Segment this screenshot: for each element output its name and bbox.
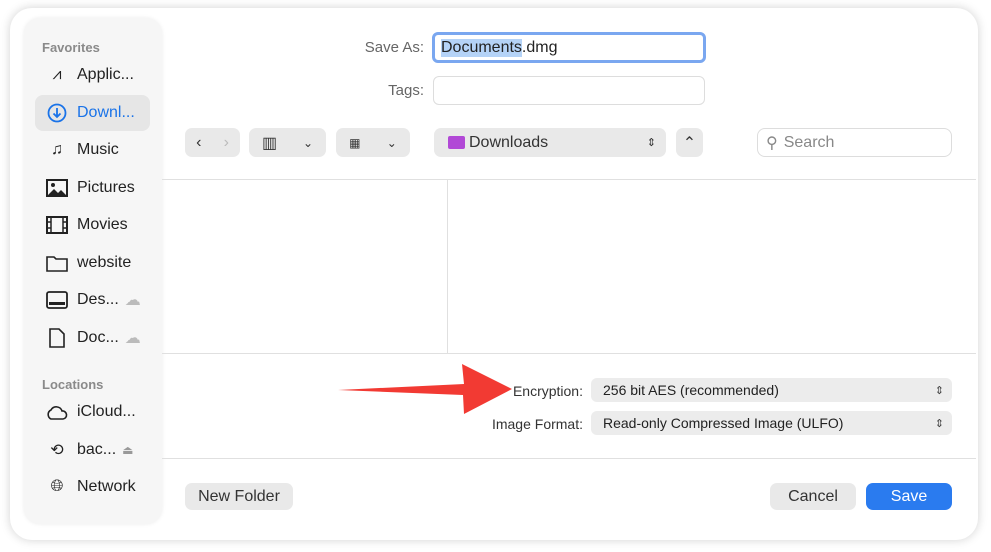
column-view-button[interactable]: ▥ ⌄ xyxy=(249,128,326,157)
chevron-up-icon: ⌃ xyxy=(682,134,697,152)
image-format-value: Read-only Compressed Image (ULFO) xyxy=(603,415,844,431)
cancel-button[interactable]: Cancel xyxy=(770,483,856,510)
label: Pictures xyxy=(77,179,135,196)
download-icon xyxy=(45,103,69,123)
forward-button[interactable]: › xyxy=(224,134,229,152)
folder-icon xyxy=(45,254,69,272)
label: Music xyxy=(77,141,119,158)
favorites-heading: Favorites xyxy=(42,40,100,55)
sidebar-item-backup[interactable]: ⟲ bac... ⏏ xyxy=(35,432,150,468)
updown-chevron-icon: ⇕ xyxy=(934,384,944,397)
label: iCloud... xyxy=(77,403,136,420)
film-icon xyxy=(45,216,69,234)
eject-icon[interactable]: ⏏ xyxy=(122,443,133,457)
cloud-icon xyxy=(45,404,69,420)
expand-collapse-button[interactable]: ⌃ xyxy=(676,128,703,157)
divider xyxy=(162,458,976,459)
group-button[interactable]: ▦ ⌄ xyxy=(336,128,410,157)
desktop-icon xyxy=(45,291,69,309)
updown-chevron-icon: ⇕ xyxy=(646,137,656,149)
label: Doc... xyxy=(77,329,119,346)
sidebar: Favorites ⩘ Applic... Downl... ♫ Music Pic… xyxy=(24,18,162,524)
search-icon: ⚲ xyxy=(766,134,778,152)
back-button[interactable]: ‹ xyxy=(196,134,201,152)
location-popup[interactable]: Downloads ⇕ xyxy=(434,128,666,157)
sidebar-item-documents[interactable]: Doc... ☁ xyxy=(35,320,150,356)
divider xyxy=(162,353,976,354)
icloud-icon: ☁ xyxy=(124,330,141,347)
sidebar-item-pictures[interactable]: Pictures xyxy=(35,170,150,206)
folder-icon xyxy=(448,136,465,149)
location-label: Downloads xyxy=(469,133,549,151)
columns-icon: ▥ xyxy=(261,134,278,152)
sidebar-item-downloads[interactable]: Downl... xyxy=(35,95,150,131)
image-format-popup[interactable]: Read-only Compressed Image (ULFO) ⇕ xyxy=(591,411,952,435)
save-as-input[interactable]: Documents .dmg xyxy=(432,32,706,63)
selected-text: Documents xyxy=(441,38,522,57)
sidebar-item-network[interactable]: 🌐︎ Network xyxy=(35,469,150,505)
music-icon: ♫ xyxy=(51,141,63,158)
image-format-label: Image Format: xyxy=(491,416,583,432)
column-divider xyxy=(447,179,448,353)
sidebar-item-desktop[interactable]: Des... ☁ xyxy=(35,282,150,318)
grid-icon: ▦ xyxy=(349,135,361,150)
sidebar-item-movies[interactable]: Movies xyxy=(35,207,150,243)
globe-icon: 🌐︎ xyxy=(50,478,64,495)
label: Applic... xyxy=(77,66,134,83)
sidebar-item-music[interactable]: ♫ Music xyxy=(35,132,150,168)
save-as-label: Save As: xyxy=(364,39,424,56)
encryption-label: Encryption: xyxy=(512,383,583,399)
new-folder-button[interactable]: New Folder xyxy=(185,483,293,510)
picture-icon xyxy=(45,179,69,197)
nav-buttons: ‹ › xyxy=(185,128,240,157)
updown-chevron-icon: ⇕ xyxy=(934,417,944,430)
browser-column[interactable] xyxy=(162,180,447,353)
label: Movies xyxy=(77,216,128,233)
label: bac... xyxy=(77,441,117,458)
label: Downl... xyxy=(77,104,135,121)
filename-extension: .dmg xyxy=(521,38,558,56)
label: website xyxy=(77,254,132,271)
tags-label: Tags: xyxy=(388,82,424,99)
sidebar-item-applications[interactable]: ⩘ Applic... xyxy=(35,57,150,93)
chevron-down-icon: ⌄ xyxy=(386,135,397,150)
search-input[interactable]: ⚲ Search xyxy=(757,128,952,157)
sidebar-item-icloud[interactable]: iCloud... xyxy=(35,394,150,430)
document-icon xyxy=(45,328,69,348)
encryption-popup[interactable]: 256 bit AES (recommended) ⇕ xyxy=(591,378,952,402)
encryption-value: 256 bit AES (recommended) xyxy=(603,382,779,398)
label: Network xyxy=(77,478,136,495)
app-store-icon: ⩘ xyxy=(52,66,62,83)
time-machine-icon: ⟲ xyxy=(50,442,64,459)
label: Des... xyxy=(77,291,119,308)
tags-input[interactable] xyxy=(433,76,705,105)
search-placeholder: Search xyxy=(783,133,835,151)
save-button[interactable]: Save xyxy=(866,483,952,510)
chevron-down-icon: ⌄ xyxy=(302,135,314,150)
icloud-icon: ☁ xyxy=(124,292,141,309)
locations-heading: Locations xyxy=(42,377,104,392)
sidebar-item-website[interactable]: website xyxy=(35,245,150,281)
